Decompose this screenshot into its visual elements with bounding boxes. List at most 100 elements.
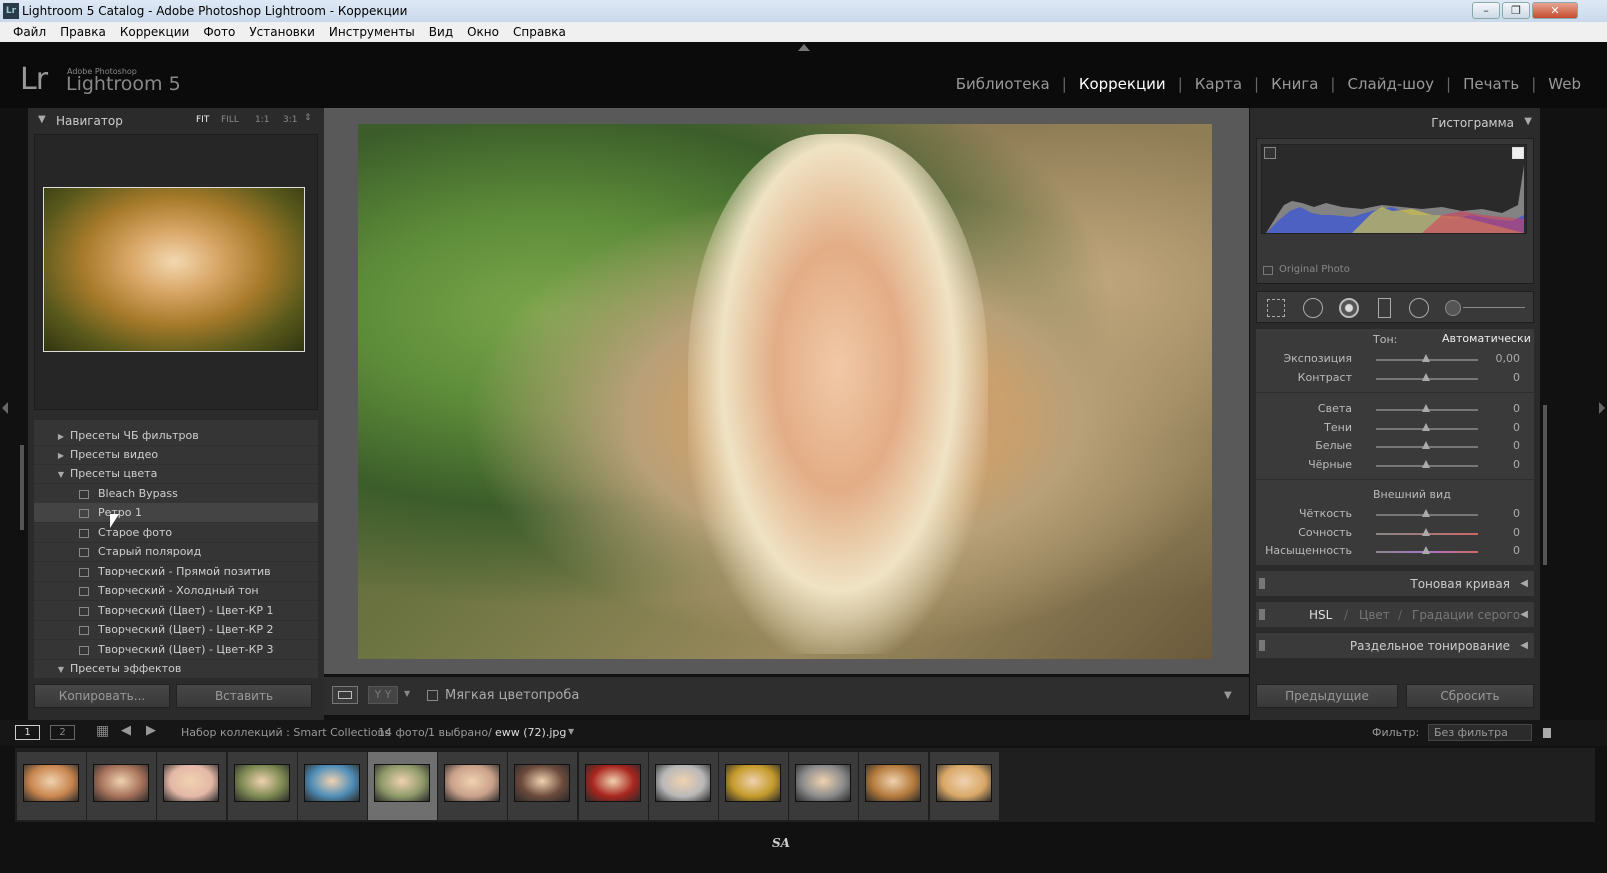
filmstrip-thumbnail-selected[interactable] [368, 752, 437, 820]
preset-folder[interactable]: ▶ Пресеты ЧБ фильтров [34, 426, 318, 446]
menu-photo[interactable]: Фото [196, 22, 242, 42]
module-print[interactable]: Печать [1451, 75, 1531, 93]
right-scrollbar[interactable] [1543, 405, 1547, 565]
histogram-header[interactable]: Гистограмма ▼ [1252, 112, 1538, 134]
saturation-slider-row[interactable]: Насыщенность 0 [1256, 542, 1534, 560]
whites-slider-row[interactable]: Белые 0 [1256, 437, 1534, 455]
collapse-triangle-icon[interactable]: ▼ [52, 660, 70, 678]
menu-help[interactable]: Справка [506, 22, 573, 42]
histogram-graph[interactable] [1261, 144, 1527, 234]
hsl-tab[interactable]: HSL [1309, 602, 1332, 628]
back-arrow-icon[interactable]: ◀ [121, 723, 131, 738]
module-map[interactable]: Карта [1183, 75, 1254, 93]
paste-button[interactable]: Вставить [176, 684, 312, 708]
hsl-panel-header[interactable]: HSL / Цвет / Градации серого ◀ [1256, 601, 1534, 627]
red-eye-icon[interactable] [1339, 298, 1359, 318]
toolbar-menu-icon[interactable]: ▼ [1224, 690, 1232, 701]
chevron-down-icon[interactable]: ▼ [404, 689, 410, 698]
contrast-knob[interactable] [1422, 373, 1430, 381]
graduated-filter-icon[interactable] [1378, 298, 1391, 318]
zoom-fit[interactable]: FIT [196, 115, 209, 125]
tone-curve-panel-header[interactable]: Тоновая кривая ◀ [1256, 570, 1534, 596]
blacks-slider-row[interactable]: Чёрные 0 [1256, 456, 1534, 474]
preset-item[interactable]: Старое фото [34, 523, 318, 543]
collapse-triangle-icon[interactable]: ▼ [52, 465, 70, 485]
filmstrip-thumbnail[interactable] [297, 752, 367, 820]
panel-switch-icon[interactable] [1259, 609, 1265, 620]
module-book[interactable]: Книга [1259, 75, 1330, 93]
expand-triangle-icon[interactable]: ◀ [1520, 602, 1528, 628]
menu-edit[interactable]: Правка [53, 22, 113, 42]
copy-button[interactable]: Копировать... [34, 684, 170, 708]
filmstrip-thumbnail[interactable] [438, 752, 508, 820]
module-library[interactable]: Библиотека [944, 75, 1062, 93]
filmstrip-thumbnail[interactable] [508, 752, 578, 820]
whites-value[interactable]: 0 [1513, 439, 1520, 452]
left-scrollbar[interactable] [20, 445, 24, 530]
minimize-button[interactable]: – [1472, 2, 1500, 19]
highlight-clipping-icon[interactable] [1512, 147, 1524, 159]
contrast-value[interactable]: 0 [1513, 371, 1520, 384]
filmstrip-thumbnail[interactable] [578, 752, 648, 820]
preset-item-selected[interactable]: Ретро 1 [34, 503, 318, 523]
preset-item[interactable]: Bleach Bypass [34, 484, 318, 504]
saturation-value[interactable]: 0 [1513, 544, 1520, 557]
filmstrip-thumbnail[interactable] [157, 752, 227, 820]
soft-proof-checkbox[interactable] [427, 690, 438, 701]
chevron-down-icon[interactable]: ▼ [568, 727, 574, 736]
adjustment-brush-icon[interactable] [1445, 300, 1461, 316]
preset-item[interactable]: Старый поляроид [34, 542, 318, 562]
preset-folder[interactable]: ▶ Пресеты видео [34, 445, 318, 465]
preset-folder[interactable]: ▼ Пресеты цвета [34, 464, 318, 484]
zoom-fill[interactable]: FILL [221, 115, 239, 125]
filmstrip-thumbnail[interactable] [648, 752, 718, 820]
auto-tone-button[interactable]: Автоматически [1442, 332, 1531, 345]
zoom-1-1[interactable]: 1:1 [255, 115, 269, 125]
preset-item[interactable]: Творческий (Цвет) - Цвет-КР 3 [34, 640, 318, 660]
source-label[interactable]: Набор коллекций : Smart Collections [181, 726, 390, 739]
filmstrip-thumbnail[interactable] [87, 752, 157, 820]
clarity-slider-row[interactable]: Чёткость 0 [1256, 505, 1534, 523]
highlights-knob[interactable] [1422, 404, 1430, 412]
screen-1-button[interactable]: 1 [15, 725, 40, 740]
reset-button[interactable]: Сбросить [1406, 684, 1534, 708]
vibrance-value[interactable]: 0 [1513, 526, 1520, 539]
highlights-slider-row[interactable]: Света 0 [1256, 400, 1534, 418]
split-toning-panel-header[interactable]: Раздельное тонирование ◀ [1256, 632, 1534, 658]
shadows-slider-row[interactable]: Тени 0 [1256, 419, 1534, 437]
navigator-thumbnail[interactable] [43, 187, 305, 352]
navigator-header[interactable]: ▼ Навигатор FIT FILL 1:1 3:1 ⇕ [30, 110, 322, 132]
main-photo[interactable] [358, 124, 1212, 659]
saturation-knob[interactable] [1422, 546, 1430, 554]
shadow-clipping-icon[interactable] [1264, 147, 1276, 159]
spot-removal-icon[interactable] [1303, 298, 1323, 318]
filmstrip-thumbnail[interactable] [227, 752, 297, 820]
whites-knob[interactable] [1422, 441, 1430, 449]
preset-item[interactable]: Творческий (Цвет) - Цвет-КР 1 [34, 601, 318, 621]
filter-select[interactable]: Без фильтра [1428, 724, 1532, 741]
crop-tool-icon[interactable] [1267, 299, 1285, 317]
shadows-value[interactable]: 0 [1513, 421, 1520, 434]
shadows-knob[interactable] [1422, 423, 1430, 431]
module-web[interactable]: Web [1536, 75, 1593, 93]
blacks-value[interactable]: 0 [1513, 458, 1520, 471]
filmstrip-thumbnail[interactable] [17, 752, 86, 820]
grid-view-icon[interactable]: ▦ [96, 723, 109, 739]
panel-switch-icon[interactable] [1259, 640, 1265, 651]
contrast-slider-row[interactable]: Контраст 0 [1256, 369, 1534, 387]
left-panel-toggle-icon[interactable] [2, 402, 8, 414]
color-tab[interactable]: Цвет [1359, 602, 1390, 628]
filmstrip-thumbnail[interactable] [719, 752, 788, 820]
zoom-3-1[interactable]: 3:1 [283, 115, 297, 125]
filmstrip-thumbnail[interactable] [929, 752, 999, 820]
before-after-button[interactable]: Y Y [368, 686, 398, 704]
clarity-knob[interactable] [1422, 509, 1430, 517]
filmstrip-thumbnail[interactable] [859, 752, 929, 820]
filmstrip-thumbnail[interactable] [789, 752, 859, 820]
zoom-stepper-icon[interactable]: ⇕ [304, 113, 312, 123]
filter-lock-icon[interactable] [1543, 728, 1551, 738]
forward-arrow-icon[interactable]: ▶ [146, 723, 156, 738]
right-panel-toggle-icon[interactable] [1599, 402, 1605, 414]
expand-triangle-icon[interactable]: ◀ [1520, 633, 1528, 659]
menu-file[interactable]: Файл [6, 22, 53, 42]
